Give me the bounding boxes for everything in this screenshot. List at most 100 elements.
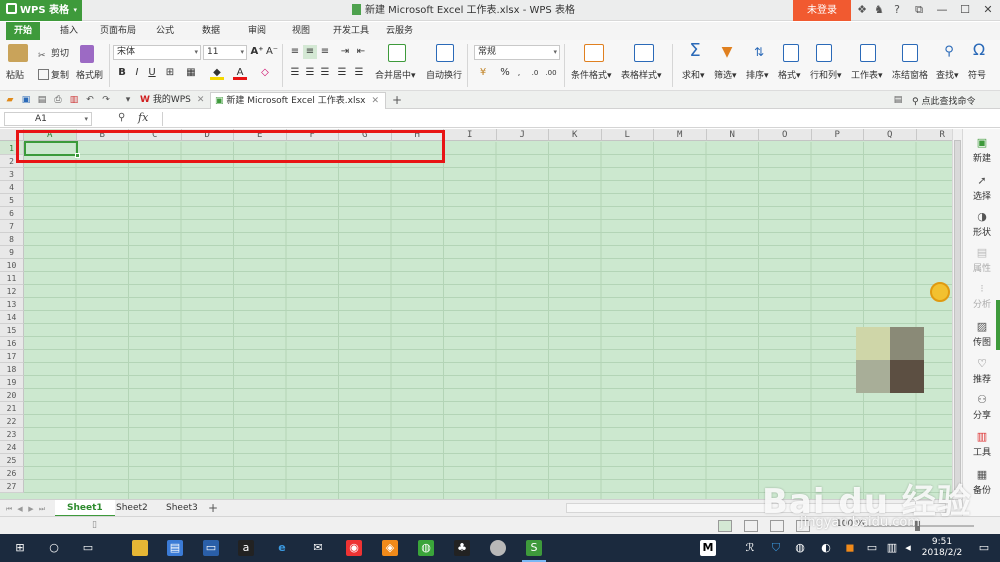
- increase-decimal-icon[interactable]: .0: [528, 66, 542, 80]
- amazon-icon[interactable]: a: [238, 540, 254, 556]
- fill-color-icon[interactable]: ◆: [210, 66, 224, 80]
- sort-button[interactable]: 排序▾: [746, 68, 769, 81]
- tray-display-icon[interactable]: ▭: [864, 540, 880, 556]
- vertical-scrollbar[interactable]: [952, 129, 962, 499]
- thousands-separator-icon[interactable]: ,: [512, 66, 526, 80]
- row-header-26[interactable]: 26: [0, 467, 24, 480]
- worksheet-button[interactable]: 工作表▾: [851, 68, 883, 81]
- panel-collapse-handle[interactable]: [996, 300, 1000, 350]
- maximize-button[interactable]: ☐: [954, 0, 976, 21]
- row-header-16[interactable]: 16: [0, 337, 24, 350]
- panel-share-button[interactable]: ⚇ 分享: [963, 390, 1000, 426]
- row-header-21[interactable]: 21: [0, 402, 24, 415]
- panel-new-button[interactable]: ▣ 新建: [963, 133, 1000, 169]
- cortana-icon[interactable]: ○: [46, 540, 62, 556]
- internet-explorer-icon[interactable]: e: [274, 540, 290, 556]
- row-header-6[interactable]: 6: [0, 207, 24, 220]
- add-sheet-button[interactable]: +: [208, 500, 218, 516]
- formula-input[interactable]: [162, 112, 996, 126]
- currency-icon[interactable]: ¥: [476, 66, 490, 80]
- windows-start-icon[interactable]: ⊞: [12, 540, 28, 556]
- row-header-3[interactable]: 3: [0, 168, 24, 181]
- taskbar-clock[interactable]: 9:51 2018/2/2: [916, 537, 968, 559]
- cell-grid[interactable]: [24, 142, 962, 499]
- panel-tools-button[interactable]: ▥ 工具: [963, 427, 1000, 463]
- zoom-search-icon[interactable]: ⚲: [118, 112, 125, 123]
- first-sheet-icon[interactable]: ⏮: [4, 504, 14, 514]
- symbol-button[interactable]: 符号: [968, 68, 986, 81]
- row-header-8[interactable]: 8: [0, 233, 24, 246]
- indent-increase-icon[interactable]: ⇥: [338, 45, 352, 59]
- table-style-button[interactable]: 表格样式▾: [621, 68, 662, 81]
- distributed-icon[interactable]: ☰: [352, 66, 366, 80]
- login-button[interactable]: 未登录: [793, 0, 851, 21]
- align-top-icon[interactable]: ≡: [288, 45, 302, 59]
- row-header-13[interactable]: 13: [0, 298, 24, 311]
- indent-decrease-icon[interactable]: ⇤: [354, 45, 368, 59]
- tray-app-icon[interactable]: ◼: [842, 540, 858, 556]
- row-header-17[interactable]: 17: [0, 350, 24, 363]
- filter-button[interactable]: 筛选▾: [714, 68, 737, 81]
- panel-upload-image-button[interactable]: ▨ 传图: [963, 317, 1000, 353]
- sum-button[interactable]: 求和▾: [682, 68, 705, 81]
- column-header-p[interactable]: P: [811, 129, 864, 141]
- merge-cells-icon[interactable]: ▦: [184, 66, 198, 80]
- new-tab-icon[interactable]: +: [391, 94, 403, 106]
- row-header-7[interactable]: 7: [0, 220, 24, 233]
- bold-button[interactable]: B: [115, 66, 129, 80]
- format-painter-button[interactable]: 格式刷: [76, 68, 103, 81]
- tray-m-icon[interactable]: M: [700, 540, 716, 556]
- column-header-n[interactable]: N: [706, 129, 759, 141]
- tab-data[interactable]: 数据: [194, 22, 228, 40]
- panel-shape-button[interactable]: ◑ 形状: [963, 207, 1000, 243]
- row-header-25[interactable]: 25: [0, 454, 24, 467]
- minimize-button[interactable]: —: [931, 0, 953, 21]
- avatar-app-icon[interactable]: [490, 540, 506, 556]
- column-header-i[interactable]: I: [444, 129, 497, 141]
- tray-shield-icon[interactable]: ⛉: [768, 540, 784, 556]
- browser-icon[interactable]: ◈: [382, 540, 398, 556]
- justify-icon[interactable]: ☰: [335, 66, 349, 80]
- copy-button[interactable]: 复制: [38, 68, 69, 81]
- row-header-5[interactable]: 5: [0, 194, 24, 207]
- help-icon[interactable]: ?: [890, 3, 904, 17]
- row-header-11[interactable]: 11: [0, 272, 24, 285]
- decrease-decimal-icon[interactable]: .00: [544, 66, 558, 80]
- row-header-24[interactable]: 24: [0, 441, 24, 454]
- column-header-l[interactable]: L: [601, 129, 654, 141]
- align-middle-icon[interactable]: ≡: [303, 45, 317, 59]
- print-icon[interactable]: ⎙: [52, 94, 64, 106]
- close-button[interactable]: ✕: [977, 0, 999, 21]
- row-header-4[interactable]: 4: [0, 181, 24, 194]
- computer-icon[interactable]: ▭: [203, 540, 219, 556]
- row-column-button[interactable]: 行和列▾: [810, 68, 842, 81]
- last-sheet-icon[interactable]: ⏭: [37, 504, 47, 514]
- row-header-15[interactable]: 15: [0, 324, 24, 337]
- qq-icon[interactable]: ♣: [454, 540, 470, 556]
- column-header-q[interactable]: Q: [864, 129, 917, 141]
- network-icon[interactable]: ▥: [884, 540, 900, 556]
- tab-home[interactable]: 开始: [6, 22, 41, 40]
- task-view-icon[interactable]: ▭: [80, 540, 96, 556]
- export-pdf-icon[interactable]: ▥: [68, 94, 80, 106]
- column-header-k[interactable]: K: [549, 129, 602, 141]
- chevron-down-icon[interactable]: ▾: [122, 94, 134, 106]
- row-header-22[interactable]: 22: [0, 415, 24, 428]
- document-tab-active[interactable]: ▣ 新建 Microsoft Excel 工作表.xlsx ✕: [210, 92, 386, 109]
- panel-recommend-button[interactable]: ♡ 推荐: [963, 354, 1000, 390]
- merge-center-button[interactable]: 合并居中▾: [375, 68, 416, 81]
- open-folder-icon[interactable]: ▰: [4, 94, 16, 106]
- my-wps-tab[interactable]: W 我的WPS ✕: [136, 92, 204, 109]
- netease-music-icon[interactable]: ◉: [346, 540, 362, 556]
- italic-button[interactable]: I: [130, 66, 144, 80]
- panel-analysis-button[interactable]: ⁝ 分析: [963, 279, 1000, 315]
- document-list-icon[interactable]: ▤: [892, 94, 904, 106]
- redo-icon[interactable]: ↷: [100, 94, 112, 106]
- row-header-9[interactable]: 9: [0, 246, 24, 259]
- next-sheet-icon[interactable]: ▶: [26, 504, 36, 514]
- page-layout-view-icon[interactable]: [744, 520, 758, 532]
- increase-font-icon[interactable]: A⁺: [250, 45, 264, 59]
- skin-icon[interactable]: ❖: [855, 3, 869, 17]
- lightbulb-tip-icon[interactable]: [930, 282, 950, 302]
- wps-spreadsheet-taskbar-icon[interactable]: S: [526, 540, 542, 556]
